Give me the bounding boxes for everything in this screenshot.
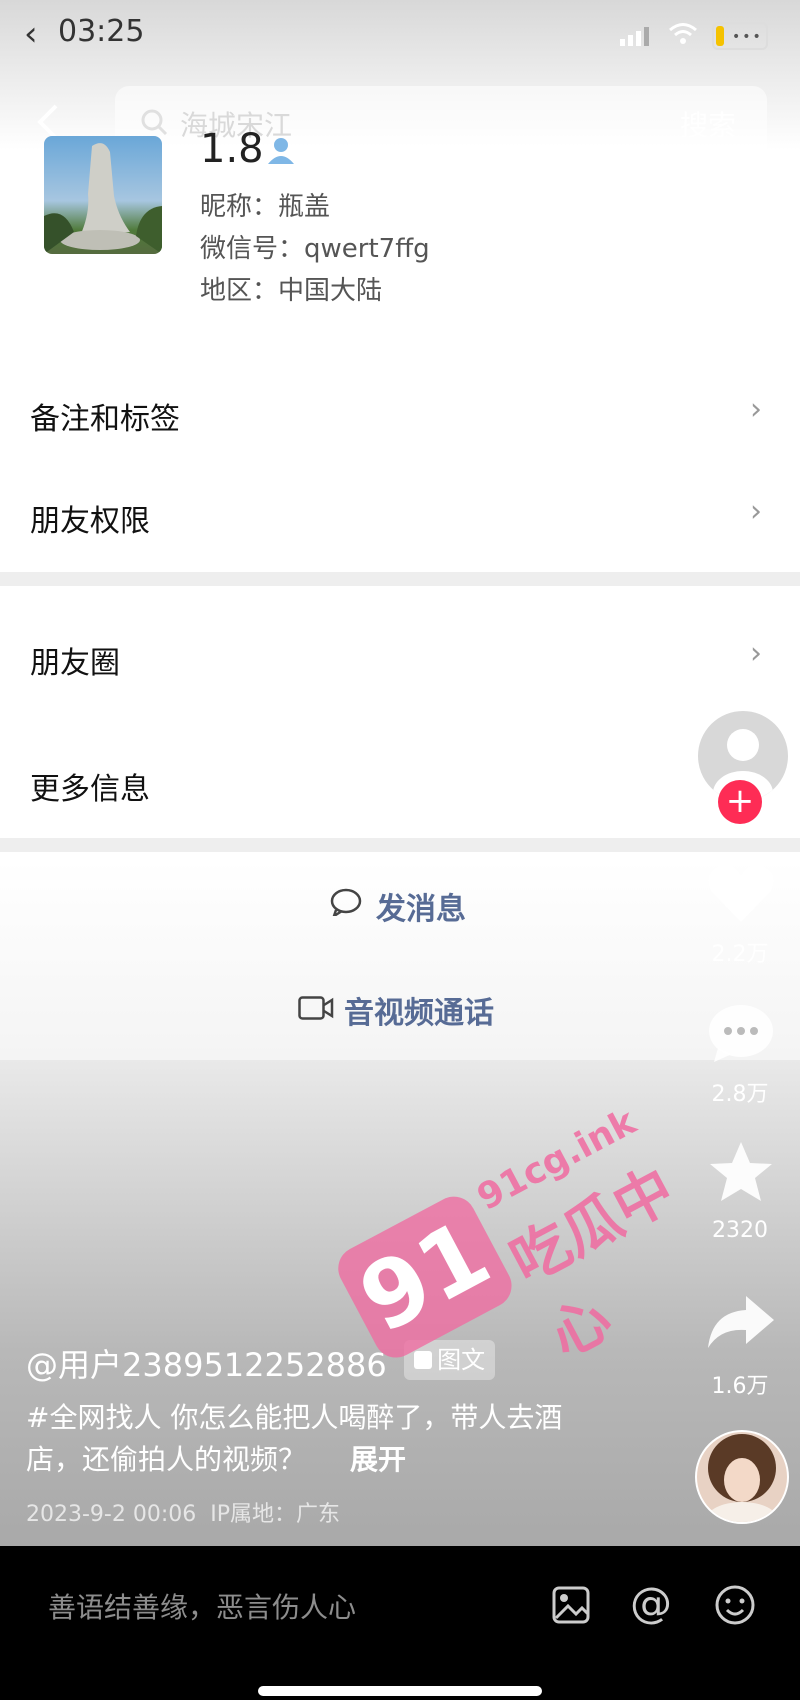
comments-count: 2.8万 [711,1082,769,1107]
comment-input[interactable]: 善语结善缘，恶言伤人心 [48,1586,356,1626]
signal-icon [620,26,650,50]
menu-item-label: 更多信息 [30,772,150,807]
search-button[interactable]: 搜索 [680,104,736,144]
mention-icon[interactable]: @ [630,1578,672,1627]
expand-link[interactable]: 展开 [350,1438,406,1478]
menu-item-more-info[interactable]: 更多信息 [0,740,680,830]
image-picker-icon[interactable] [552,1586,590,1628]
home-indicator [258,1686,542,1696]
profile-avatar[interactable] [44,136,162,254]
battery-icon: ••• [712,22,768,50]
wifi-icon [668,22,698,50]
chevron-right-icon: › [750,494,762,529]
comment-icon[interactable] [708,1004,774,1068]
post-caption-line2: 店，还偷拍人的视频？ [26,1443,307,1476]
section-divider [0,572,800,586]
chevron-right-icon: › [750,392,762,427]
follow-button[interactable]: + [718,780,762,824]
music-disc-avatar[interactable] [695,1430,789,1524]
status-time: 03:25 [58,14,145,49]
post-meta: 2023-9-2 00:06 IP属地：广东 [26,1502,340,1527]
menu-item-label: 朋友权限 [30,504,150,539]
menu-item-moments[interactable]: 朋友圈 › [0,614,800,704]
heart-icon[interactable] [706,862,776,928]
share-icon[interactable] [706,1294,776,1354]
video-call-button[interactable]: 音视频通话 [0,974,800,1044]
chat-bubble-icon [330,888,362,920]
emoji-icon[interactable] [714,1584,756,1630]
profile-nickname: 昵称：瓶盖 [200,192,331,222]
comment-bar: 善语结善缘，恶言伤人心 @ [0,1546,800,1700]
profile-name: 1.8 [200,126,264,172]
menu-item-remarks[interactable]: 备注和标签 › [0,370,800,460]
chevron-right-icon: › [750,636,762,671]
video-call-label: 音视频通话 [344,996,494,1031]
status-back-icon[interactable]: ‹ [24,14,38,54]
post-username[interactable]: @用户2389512252886 [26,1340,387,1386]
likes-count: 2.2万 [711,942,769,967]
post-caption-line1: #全网找人 你怎么能把人喝醉了，带人去酒 [26,1401,563,1434]
shares-count: 1.6万 [711,1374,769,1399]
video-camera-icon [298,996,334,1024]
menu-item-permissions[interactable]: 朋友权限 › [0,472,800,562]
send-message-label: 发消息 [376,892,466,927]
send-message-button[interactable]: 发消息 [0,870,800,940]
section-divider [0,838,800,852]
profile-wechat-id: 微信号：qwert7ffg [200,234,430,264]
menu-item-label: 朋友圈 [30,646,120,681]
menu-item-label: 备注和标签 [30,402,180,437]
profile-region: 地区：中国大陆 [200,276,383,306]
person-icon [266,136,296,168]
